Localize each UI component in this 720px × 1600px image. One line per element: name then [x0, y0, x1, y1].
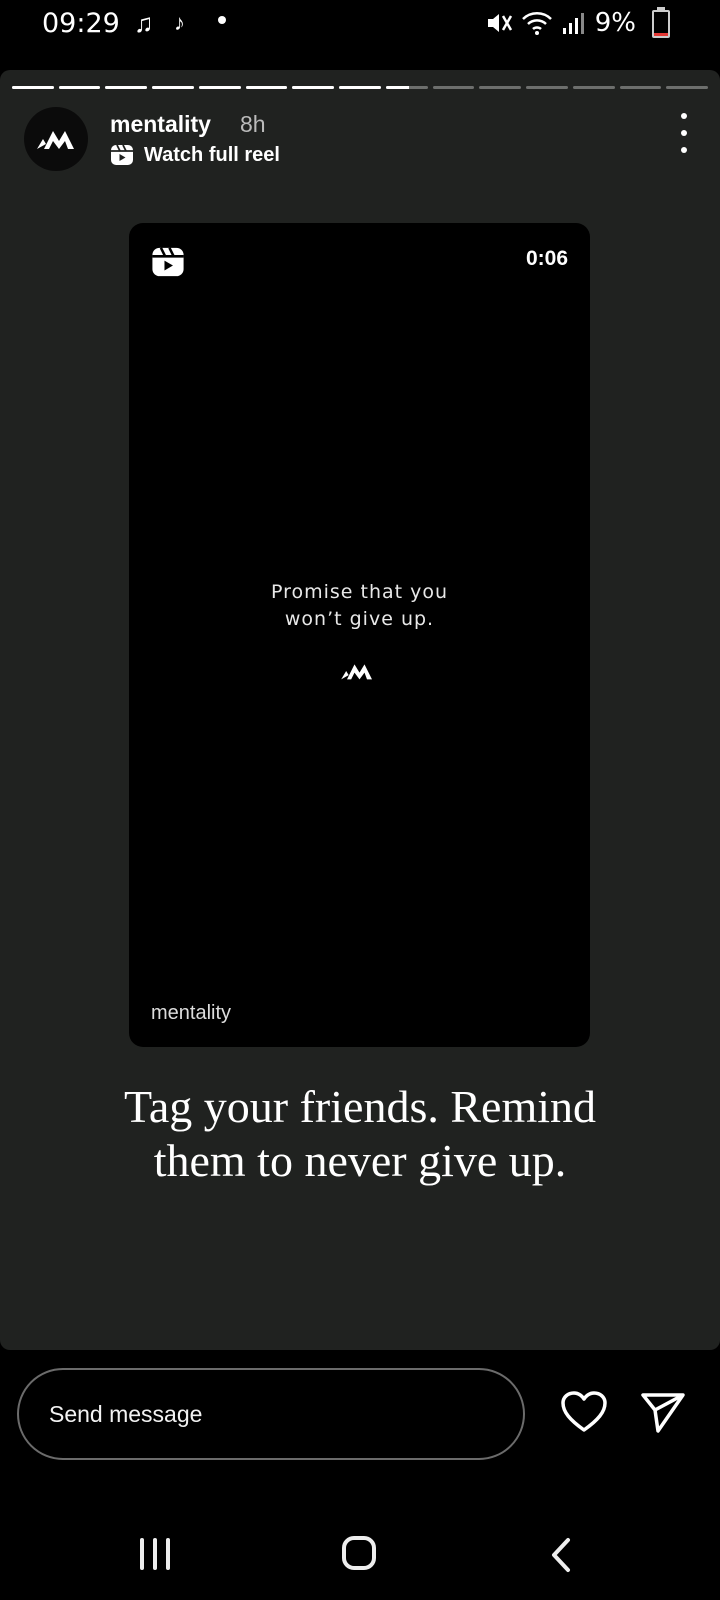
progress-segment — [105, 86, 148, 89]
story-progress-bar — [12, 86, 709, 89]
progress-segment — [479, 86, 522, 89]
watch-full-reel-label: Watch full reel — [144, 143, 280, 166]
reel-brand-name: mentality — [151, 1002, 232, 1024]
story-caption: Tag your friends. Remind them to never g… — [60, 1080, 660, 1188]
status-time: 09:29 — [42, 8, 120, 39]
reel-quote-line: won’t give up. — [284, 608, 435, 630]
battery-icon — [652, 7, 670, 38]
back-icon[interactable] — [548, 1536, 574, 1574]
status-bar: 09:29 ♫ ♪ 9% — [0, 0, 720, 48]
reel-preview[interactable]: 0:06 Promise that you won’t give up. men… — [129, 223, 590, 1047]
progress-segment — [12, 86, 54, 89]
mentality-logo-icon — [341, 664, 372, 680]
reels-icon — [111, 144, 133, 165]
send-message-input[interactable] — [17, 1368, 525, 1460]
story-card[interactable]: mentality 8h Watch full reel 0:06 Promis… — [0, 70, 720, 1350]
progress-segment — [666, 86, 709, 89]
mentality-logo-icon — [37, 131, 74, 149]
progress-segment — [198, 86, 241, 89]
story-timestamp: 8h — [240, 111, 266, 137]
send-icon[interactable] — [640, 1390, 686, 1434]
reel-quote-line: Promise that you — [270, 581, 449, 603]
music-note-icon: ♫ — [134, 8, 154, 38]
reel-quote: Promise that you won’t give up. — [129, 579, 590, 633]
progress-segment — [292, 86, 335, 89]
progress-segment — [339, 86, 381, 89]
heart-icon[interactable] — [560, 1390, 608, 1434]
home-icon[interactable] — [342, 1536, 376, 1570]
progress-segment — [432, 86, 475, 89]
progress-segment — [245, 86, 288, 89]
system-nav-bar — [0, 1510, 720, 1600]
story-username[interactable]: mentality — [110, 111, 211, 138]
reel-duration: 0:06 — [525, 247, 568, 270]
progress-segment — [619, 86, 662, 89]
progress-segment — [152, 86, 194, 89]
caption-line: them to never give up. — [153, 1135, 567, 1186]
status-icons: 9% — [485, 6, 666, 40]
avatar[interactable] — [24, 107, 88, 171]
progress-segment — [385, 86, 428, 89]
signal-icon — [562, 13, 584, 34]
battery-text: 9% — [594, 8, 636, 38]
progress-segment — [58, 86, 101, 89]
watch-full-reel-link[interactable]: Watch full reel — [110, 143, 280, 167]
notification-dot-icon — [218, 16, 226, 24]
wifi-icon — [521, 12, 552, 35]
mute-icon — [487, 14, 512, 32]
caption-line: Tag your friends. Remind — [123, 1081, 597, 1132]
recent-apps-icon[interactable] — [140, 1538, 170, 1570]
story-header: mentality 8h Watch full reel — [24, 107, 696, 171]
more-options-icon[interactable] — [672, 113, 696, 153]
music-note-icon: ♪ — [174, 10, 185, 35]
progress-segment — [526, 86, 568, 89]
progress-segment — [572, 86, 615, 89]
reels-icon — [152, 247, 184, 277]
